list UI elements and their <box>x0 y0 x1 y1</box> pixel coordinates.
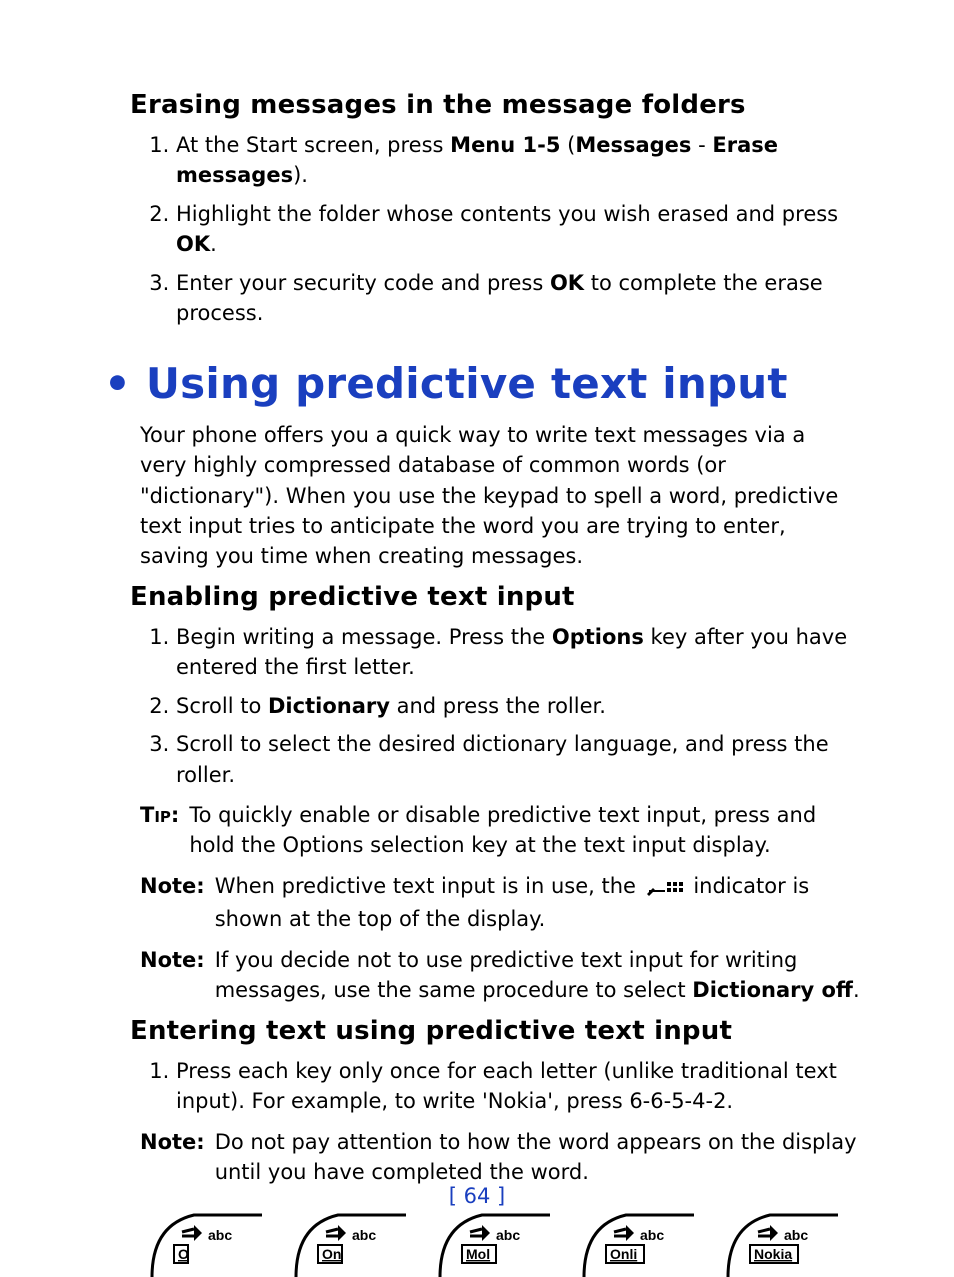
heading-entering-text: Entering text using predictive text inpu… <box>130 1016 864 1046</box>
svg-text:Mol: Mol <box>466 1246 490 1262</box>
tip-text: To quickly enable or disable predictive … <box>189 800 864 861</box>
svg-text:On: On <box>322 1246 341 1262</box>
phone-screen-icon: abc O <box>144 1207 262 1277</box>
note-line-1: Note: When predictive text input is in u… <box>140 871 864 935</box>
tip-label: Tip: <box>140 800 179 861</box>
page-number: [ 64 ] <box>0 1184 954 1208</box>
step-3: Scroll to select the desired dictionary … <box>176 729 864 790</box>
svg-text:O: O <box>178 1246 189 1262</box>
tip-line: Tip: To quickly enable or disable predic… <box>140 800 864 861</box>
heading-enable-predictive: Enabling predictive text input <box>130 582 864 612</box>
svg-text:Onli: Onli <box>610 1246 637 1262</box>
svg-text:abc: abc <box>640 1227 664 1243</box>
svg-text:abc: abc <box>496 1227 520 1243</box>
note-text: Do not pay attention to how the word app… <box>215 1127 864 1188</box>
phone-screen-icon: abc On <box>288 1207 406 1277</box>
step-2: Highlight the folder whose contents you … <box>176 199 864 260</box>
note-label: Note: <box>140 948 205 972</box>
phone-screen-icon: abc Onli <box>576 1207 694 1277</box>
step-1: Begin writing a message. Press the Optio… <box>176 622 864 683</box>
step-1: Press each key only once for each letter… <box>176 1056 864 1117</box>
phone-screen-icons: abc O abc On abc Mol abc <box>144 1207 864 1277</box>
svg-text:abc: abc <box>784 1227 808 1243</box>
note-line-2: Note: If you decide not to use predictiv… <box>140 945 864 1006</box>
note-label: Note: <box>140 874 205 898</box>
steps-erase-messages: At the Start screen, press Menu 1-5 (Mes… <box>130 130 864 329</box>
heading-erase-messages: Erasing messages in the message folders <box>130 90 864 120</box>
phone-screen-icon: abc Nokia <box>720 1207 838 1277</box>
intro-paragraph: Your phone offers you a quick way to wri… <box>140 420 854 572</box>
steps-entering-text: Press each key only once for each letter… <box>130 1056 864 1117</box>
step-1: At the Start screen, press Menu 1-5 (Mes… <box>176 130 864 191</box>
pencil-indicator-icon <box>647 874 683 904</box>
note-text: If you decide not to use predictive text… <box>215 945 864 1006</box>
step-2: Scroll to Dictionary and press the rolle… <box>176 691 864 721</box>
steps-enable-predictive: Begin writing a message. Press the Optio… <box>130 622 864 790</box>
heading-using-predictive: Using predictive text input <box>104 359 864 408</box>
page: Erasing messages in the message folders … <box>0 0 954 1248</box>
step-3: Enter your security code and press OK to… <box>176 268 864 329</box>
svg-text:Nokia: Nokia <box>754 1246 792 1262</box>
svg-text:abc: abc <box>352 1227 376 1243</box>
phone-screen-icon: abc Mol <box>432 1207 550 1277</box>
note-line-3: Note: Do not pay attention to how the wo… <box>140 1127 864 1188</box>
note-label: Note: <box>140 1130 205 1154</box>
svg-text:abc: abc <box>208 1227 232 1243</box>
note-text: When predictive text input is in use, th… <box>215 871 864 935</box>
